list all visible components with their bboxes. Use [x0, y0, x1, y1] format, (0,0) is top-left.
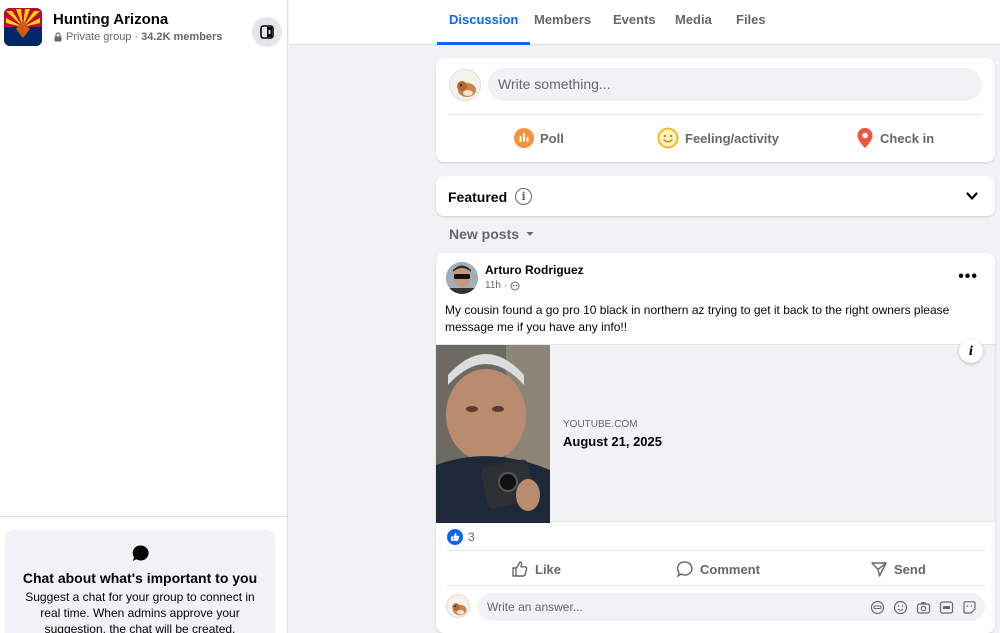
author-avatar[interactable] [446, 262, 478, 294]
caret-down-icon [526, 232, 534, 236]
thumbs-up-icon [451, 533, 460, 541]
send-label: Send [894, 561, 926, 577]
arizona-flag-image [4, 8, 42, 46]
write-something-input[interactable]: Write something... [488, 68, 982, 101]
group-privacy: Private group [66, 31, 132, 43]
featured-section[interactable]: Featured i [436, 176, 995, 216]
like-reaction-icon [447, 529, 463, 545]
feeling-activity-label: Feeling/activity [685, 130, 779, 146]
preview-thumbnail[interactable] [436, 345, 550, 523]
group-avatar[interactable] [4, 8, 42, 46]
emoji-icon[interactable] [892, 599, 908, 615]
feeling-activity-button[interactable]: Feeling/activity [657, 126, 779, 150]
poll-button[interactable]: Poll [514, 126, 564, 150]
preview-domain: YOUTUBE.COM [563, 419, 638, 430]
poll-icon [514, 128, 534, 148]
toggle-panel-button[interactable] [252, 17, 282, 47]
sticker-icon[interactable] [961, 599, 977, 615]
chat-suggestion-card: Chat about what's important to you Sugge… [5, 530, 275, 633]
send-icon [871, 562, 887, 577]
poll-label: Poll [540, 130, 564, 146]
meta-separator: · [134, 31, 139, 43]
preview-title[interactable]: August 21, 2025 [563, 434, 662, 449]
chat-description: Suggest a chat for your group to connect… [25, 590, 255, 633]
tab-media[interactable]: Media [675, 0, 712, 45]
sidebar-toggle-icon [260, 25, 274, 39]
reaction-count: 3 [468, 530, 475, 544]
featured-heading: Featured i [448, 188, 533, 205]
user-avatar[interactable] [449, 69, 481, 101]
comment-label: Comment [700, 561, 760, 577]
hamster-avatar-image [450, 70, 480, 100]
post-text: My cousin found a go pro 10 black in nor… [445, 303, 950, 334]
tab-events[interactable]: Events [613, 0, 656, 45]
chat-bubble-icon [132, 545, 149, 561]
camera-icon[interactable] [915, 599, 931, 615]
hamster-avatar-image [447, 595, 469, 617]
check-in-button[interactable]: Check in [856, 126, 934, 150]
author-photo [446, 262, 478, 294]
tab-discussion[interactable]: Discussion [436, 0, 531, 45]
member-count[interactable]: 34.2K members [141, 31, 222, 43]
avatar-sticker-icon[interactable] [869, 599, 885, 615]
thumbs-up-outline-icon [512, 561, 528, 577]
tab-members[interactable]: Members [534, 0, 591, 45]
smiley-icon [657, 127, 679, 149]
sort-dropdown[interactable]: New posts [449, 226, 535, 242]
tab-files[interactable]: Files [736, 0, 766, 45]
user-avatar-small[interactable] [446, 594, 470, 618]
location-pin-icon [857, 128, 873, 148]
group-tabs: Discussion Members Events Media Files [289, 0, 1000, 45]
sort-label: New posts [449, 226, 520, 242]
post-time: 11h [485, 280, 501, 291]
chat-divider [0, 516, 288, 517]
preview-photo [436, 345, 550, 523]
group-name[interactable]: Hunting Arizona [53, 11, 168, 28]
check-in-label: Check in [880, 130, 935, 146]
group-header[interactable]: Hunting Arizona Private group · 34.2K me… [4, 8, 284, 48]
actions-divider-bottom [447, 585, 985, 586]
like-label: Like [535, 561, 562, 577]
write-answer-input[interactable]: Write an answer... [478, 593, 985, 621]
info-icon[interactable]: i [515, 188, 533, 205]
comment-icon [676, 561, 693, 578]
more-options-button[interactable]: ••• [958, 268, 978, 286]
reaction-summary[interactable]: 3 [447, 529, 475, 545]
comment-button[interactable]: Comment [676, 558, 760, 580]
post-card: Arturo Rodriguez 11h · ••• My cousin fou… [436, 253, 995, 633]
info-icon[interactable]: i [959, 339, 983, 363]
lock-icon [54, 32, 62, 42]
privacy-globe-icon [510, 281, 520, 290]
send-button[interactable]: Send [870, 558, 926, 580]
time-separator: · [503, 280, 508, 291]
like-button[interactable]: Like [511, 558, 561, 580]
chat-title: Chat about what's important to you [22, 570, 258, 586]
gif-icon[interactable] [938, 599, 954, 615]
group-meta: Private group · 34.2K members [53, 31, 222, 43]
composer-divider [448, 114, 982, 115]
post-composer: Write something... Poll Feeling/activity… [436, 58, 995, 162]
chevron-down-icon[interactable] [965, 189, 979, 203]
link-preview[interactable]: YOUTUBE.COM August 21, 2025 i [436, 339, 995, 523]
answer-tools [869, 599, 977, 615]
featured-label: Featured [448, 188, 508, 205]
actions-divider [447, 550, 985, 551]
left-sidebar: Hunting Arizona Private group · 34.2K me… [0, 0, 288, 633]
post-timestamp[interactable]: 11h · [485, 280, 520, 291]
answer-placeholder: Write an answer... [487, 600, 583, 614]
post-author[interactable]: Arturo Rodriguez [485, 263, 584, 277]
